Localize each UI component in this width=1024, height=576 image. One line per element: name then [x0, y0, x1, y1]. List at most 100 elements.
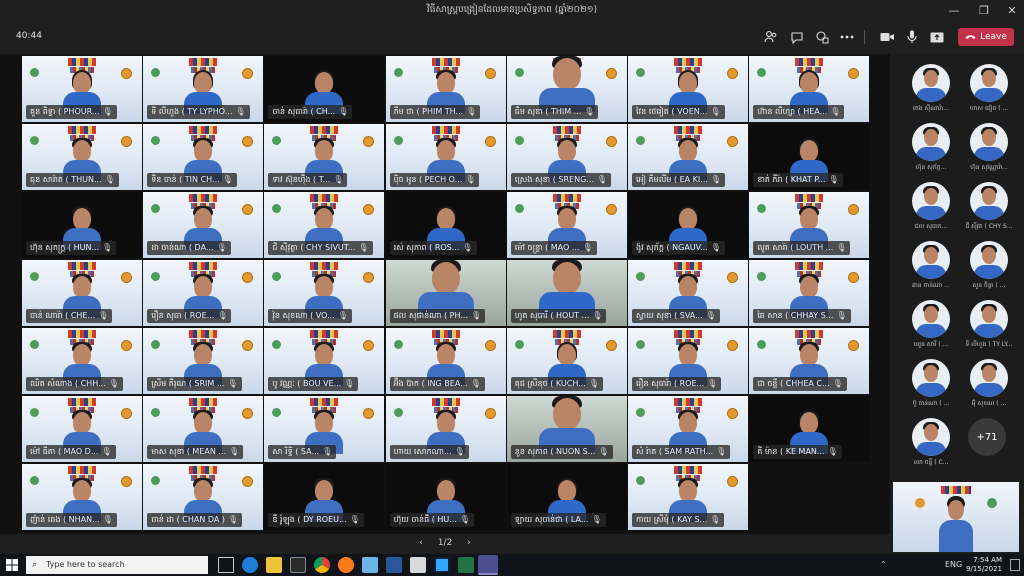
sidebar-participant[interactable]: ប៊ូ ចាន់ណា ( ... [896, 357, 956, 415]
participant-tile[interactable]: ហាយ សោភណា... 🎙 [385, 396, 506, 462]
photoshop-icon[interactable] [434, 557, 450, 573]
file-explorer-icon[interactable] [266, 557, 282, 573]
notifications-icon[interactable] [1010, 559, 1020, 571]
participant-tile[interactable]: វ៉ុន សុខណា ( VO... 🎙 [264, 260, 385, 326]
task-view-icon[interactable] [218, 557, 234, 573]
mic-icon[interactable] [903, 28, 921, 46]
participant-tile[interactable]: ហ៊ាន លីហ្សា ( HEA... 🎙 [749, 56, 870, 122]
participant-tile[interactable]: វៃន ថេរៀត ( VOEN... 🎙 [628, 56, 748, 122]
participant-tile[interactable]: សា រិទ្ធិ ( SA... 🎙 [264, 396, 385, 462]
participant-tile[interactable]: ធុន សារ៉ាត ( THUN... 🎙 [22, 124, 142, 190]
participant-tile[interactable]: អៀ គីមលីម ( EA KI... 🎙 [628, 124, 748, 190]
sidebar-participant[interactable]: ទី លីហួង ( TY LY... [954, 298, 1014, 356]
participant-tile[interactable]: ឆៃ សាន ( CHHAY S... 🎙 [749, 260, 870, 326]
participant-tile[interactable]: ញ៉ាន់ ឆេង ( NHAN... 🎙 [22, 464, 142, 530]
participant-tile[interactable]: ធឹម សុខា ( THIM ... 🎙 [506, 56, 627, 122]
camera-icon[interactable] [878, 28, 896, 46]
participant-tile[interactable]: ប៉ិច អូន ( PECH O... 🎙 [385, 124, 506, 190]
participant-tile[interactable]: បូ វណ្ណៈ ( BOU VE... 🎙 [264, 328, 385, 394]
participant-tile[interactable]: ឈិត សំណាង ( CHH... 🎙 [22, 328, 142, 394]
participant-tile[interactable]: ទាវ ស៊ុនហ៊ឹង ( T... 🎙 [264, 124, 385, 190]
more-participants-button[interactable]: +71 [968, 418, 1006, 456]
participant-name-tag: ឈិត សំណាង ( CHH... 🎙 [26, 377, 123, 391]
participant-tile[interactable]: អ៊ឹង ប៊ាក ( ING BEA... 🎙 [385, 328, 506, 394]
participant-tile[interactable]: ហូត សុធារី ( HOUT ... 🎙 [506, 260, 627, 326]
participant-tile[interactable]: ផល សុផាន់ណា ( PH... 🎙 [385, 260, 506, 326]
participant-tile[interactable]: លូត សារ៉ា ( LOUTH ... 🎙 [749, 192, 870, 258]
participant-tile[interactable]: កាយ ស្រីមុំ ( KAY S... 🎙 [628, 464, 748, 530]
share-icon[interactable] [928, 28, 946, 46]
pager-next-button[interactable]: › [467, 538, 471, 548]
chat-icon[interactable] [788, 28, 806, 46]
sidebar-participant[interactable]: ឈួន សារី ( ... [896, 298, 956, 356]
sidebar-participant[interactable]: ចេង ស៊ីណារ៉ា... [896, 62, 956, 120]
firefox-icon[interactable] [338, 557, 354, 573]
store-icon[interactable] [290, 557, 306, 573]
leave-button[interactable]: Leave [958, 28, 1014, 46]
participant-tile[interactable]: ទី លីហួង ( TY LYPHO... 🎙 [143, 56, 264, 122]
banner-strip [68, 262, 96, 270]
taskbar-search[interactable]: ⌕ Type here to search [26, 556, 208, 574]
tray-lang[interactable]: ENG [945, 560, 962, 569]
participant-tile[interactable]: ស្រេង សុខា ( SRENG... 🎙 [506, 124, 627, 190]
participant-tile[interactable]: ហ៊ុន សុភក្ត្រ ( HUN... 🎙 [22, 192, 142, 258]
app-icon[interactable] [362, 557, 378, 573]
sidebar-participant[interactable]: ហាស ជៀត ( ... [954, 62, 1014, 120]
partner-logo [757, 68, 767, 77]
pager-prev-button[interactable]: ‹ [419, 538, 423, 548]
edge-icon[interactable] [242, 557, 258, 573]
sidebar-participant[interactable]: អ៊ុំ សុខណ ( ... [954, 357, 1014, 415]
participant-tile[interactable]: គួន ពិទ្ធា ( PHOUR... 🎙 [22, 56, 142, 122]
participant-tile[interactable]: គី ម៉ាន ( KE MAN... 🎙 [749, 396, 870, 462]
participant-tile[interactable]: ស្វាយ សុខា ( SVA... 🎙 [628, 260, 748, 326]
participant-tile[interactable]: ចាន់ សុធារ៉ា ( CH... 🎙 [264, 56, 385, 122]
excel-icon[interactable] [458, 557, 474, 573]
participant-tile[interactable]: នួន សុភាព ( NUON S... 🎙 [506, 396, 627, 462]
notepad-icon[interactable] [410, 557, 426, 573]
sidebar-participant[interactable]: ហ៊ុន សុភ័ក្ត... [896, 121, 956, 179]
participant-tile[interactable]: មាស សុខា ( MEAN ... 🎙 [143, 396, 264, 462]
people-icon[interactable] [762, 28, 780, 46]
participant-name: ឌី រ៉ូឡុង ( DY ROEU... [272, 515, 347, 524]
participant-tile[interactable]: សំ រ៉ាត ( SAM RATH... 🎙 [628, 396, 748, 462]
mic-muted-icon: 🎙 [108, 379, 119, 388]
participant-tile[interactable]: ជី ស៊ីវុត្ថា ( CHY SIVUT... 🎙 [264, 192, 385, 258]
participant-tile[interactable]: ស្រីម ភីរុណ ( SRIM ... 🎙 [143, 328, 264, 394]
participant-tile[interactable]: ចាន់ ណារ៉ា ( CHE... 🎙 [22, 260, 142, 326]
teams-icon[interactable] [478, 555, 498, 575]
participant-tile[interactable]: ទីន ចាន់ ( TIN CH... 🎙 [143, 124, 264, 190]
participant-tile[interactable]: ឡាយ សុចាន់ថា ( LA... 🎙 [506, 464, 627, 530]
sidebar-participant[interactable]: ជី ស៊ីវុត ( CHY S... [954, 180, 1014, 238]
react-icon[interactable] [813, 28, 831, 46]
participant-tile[interactable]: ភឹម ថា ( PHIM TH... 🎙 [385, 56, 506, 122]
sidebar-participant[interactable]: ហ៊ុន សុវណ្ណារ៉ា... [954, 121, 1014, 179]
participant-tile[interactable]: ចាន់ ដា ( CHAN DA ) 🎙 [143, 464, 264, 530]
sidebar-participant[interactable]: ឈា ចន្ទី ( C... [896, 416, 956, 474]
participant-name-tag: គី ម៉ាន ( KE MAN... 🎙 [753, 445, 842, 459]
participant-tile[interactable]: រឿន សុធា ( ROE... 🎙 [143, 260, 264, 326]
sidebar-participant[interactable]: សួន ចិន្តា ( ... [954, 239, 1014, 297]
windows-start-icon[interactable] [6, 559, 18, 571]
more-icon[interactable] [838, 28, 856, 46]
sidebar-participant[interactable]: ជល សុធាក... [896, 180, 956, 238]
word-icon[interactable] [386, 557, 402, 573]
participant-tile[interactable]: ជា ចន្ទី ( CHHEA C... 🎙 [749, 328, 870, 394]
participant-tile[interactable]: ហ៊ុយ ចាន់ធី ( HU... 🎙 [385, 464, 506, 530]
participant-tile[interactable]: ម៉ៅ ចន្ទ្រា ( MAO ... 🎙 [506, 192, 627, 258]
participant-tile[interactable]: គុជ ស្រីនុច ( KUCH... 🎙 [506, 328, 627, 394]
participant-tile[interactable]: ខាត់ ភីរ៉ា ( KHAT P... 🎙 [749, 124, 870, 190]
participant-tile[interactable]: ង៉ូវ សុភ័ក្ត ( NGAUV... 🎙 [628, 192, 748, 258]
restore-button[interactable]: ❐ [970, 0, 998, 20]
close-button[interactable]: ✕ [998, 0, 1024, 20]
participant-tile[interactable]: ឌី រ៉ូឡុង ( DY ROEU... 🎙 [264, 464, 385, 530]
participant-tile[interactable]: រស់ សុភាព ( ROS... 🎙 [385, 192, 506, 258]
participant-tile[interactable]: ម៉ៅ ធីតា ( MAO D... 🎙 [22, 396, 142, 462]
minimize-button[interactable]: — [940, 0, 968, 20]
taskbar-clock[interactable]: 7:54 AM 9/15/2021 [966, 556, 1002, 574]
tray-network-icon[interactable]: ⌃ [880, 560, 887, 569]
participant-tile[interactable]: ដា ចាន់ណា ( DA... 🎙 [143, 192, 264, 258]
sidebar-participant[interactable]: ឆាន ចាន់ណា ... [896, 239, 956, 297]
chrome-icon[interactable] [314, 557, 330, 573]
ministry-logo [484, 408, 496, 419]
participant-tile[interactable]: រឿន សុធារ៉ា ( ROE... 🎙 [628, 328, 748, 394]
